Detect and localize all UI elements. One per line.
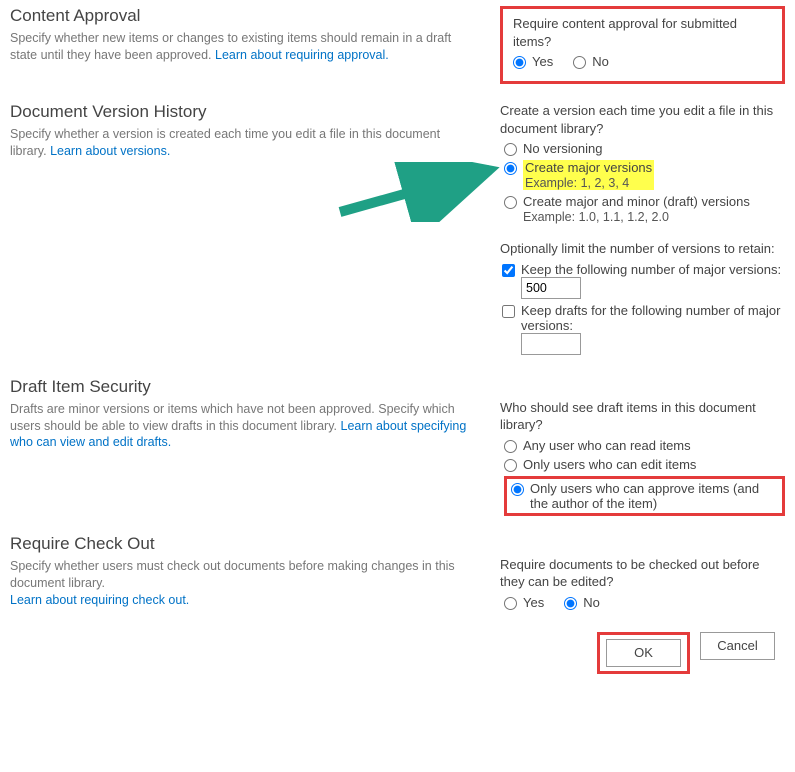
version-major-radio[interactable] (504, 162, 517, 175)
check-out-question: Require documents to be checked out befo… (500, 556, 785, 591)
check-out-yes-radio[interactable] (504, 597, 517, 610)
content-approval-no-radio[interactable] (573, 56, 586, 69)
draft-read-option[interactable]: Any user who can read items (504, 438, 785, 453)
draft-approve-highlight-box: Only users who can approve items (and th… (504, 476, 785, 516)
version-none-radio[interactable] (504, 143, 517, 156)
check-out-no-option[interactable]: No (564, 595, 600, 610)
version-history-title: Document Version History (10, 102, 480, 122)
draft-security-title: Draft Item Security (10, 377, 480, 397)
learn-versions-link[interactable]: Learn about versions. (50, 144, 170, 158)
content-approval-title: Content Approval (10, 6, 480, 26)
keep-major-row: Keep the following number of major versi… (502, 262, 785, 299)
ok-highlight-box: OK (597, 632, 690, 674)
version-minor-radio[interactable] (504, 196, 517, 209)
section-draft-security: Draft Item Security Drafts are minor ver… (10, 377, 785, 516)
content-approval-desc: Specify whether new items or changes to … (10, 30, 480, 64)
draft-edit-option[interactable]: Only users who can edit items (504, 457, 785, 472)
keep-major-checkbox[interactable] (502, 264, 515, 277)
learn-approval-link[interactable]: Learn about requiring approval. (215, 48, 389, 62)
content-approval-question: Require content approval for submitted i… (513, 15, 772, 50)
check-out-no-radio[interactable] (564, 597, 577, 610)
section-content-approval: Content Approval Specify whether new ite… (10, 6, 785, 84)
check-out-yes-option[interactable]: Yes (504, 595, 544, 610)
draft-read-radio[interactable] (504, 440, 517, 453)
draft-security-question: Who should see draft items in this docum… (500, 399, 785, 434)
draft-approve-radio[interactable] (511, 483, 524, 496)
draft-approve-option[interactable]: Only users who can approve items (and th… (511, 481, 778, 511)
content-approval-no-option[interactable]: No (573, 54, 609, 69)
footer-buttons: OK Cancel (10, 632, 785, 674)
keep-drafts-row: Keep drafts for the following number of … (502, 303, 785, 355)
check-out-desc: Specify whether users must check out doc… (10, 558, 480, 609)
content-approval-yes-option[interactable]: Yes (513, 54, 553, 69)
version-major-option[interactable]: Create major versions Example: 1, 2, 3, … (504, 160, 785, 190)
cancel-button[interactable]: Cancel (700, 632, 775, 660)
version-none-option[interactable]: No versioning (504, 141, 785, 156)
content-approval-highlight-box: Require content approval for submitted i… (500, 6, 785, 84)
version-history-desc: Specify whether a version is created eac… (10, 126, 480, 160)
check-out-title: Require Check Out (10, 534, 480, 554)
learn-checkout-link[interactable]: Learn about requiring check out. (10, 593, 189, 607)
keep-drafts-input[interactable] (521, 333, 581, 355)
ok-button[interactable]: OK (606, 639, 681, 667)
version-limit-label: Optionally limit the number of versions … (500, 240, 785, 258)
draft-security-desc: Drafts are minor versions or items which… (10, 401, 480, 452)
draft-edit-radio[interactable] (504, 459, 517, 472)
version-major-highlight: Create major versions Example: 1, 2, 3, … (523, 160, 654, 190)
section-version-history: Document Version History Specify whether… (10, 102, 785, 359)
section-check-out: Require Check Out Specify whether users … (10, 534, 785, 612)
content-approval-yes-radio[interactable] (513, 56, 526, 69)
version-minor-option[interactable]: Create major and minor (draft) versions … (504, 194, 785, 224)
keep-major-input[interactable] (521, 277, 581, 299)
keep-major-label: Keep the following number of major versi… (521, 262, 781, 277)
version-question: Create a version each time you edit a fi… (500, 102, 785, 137)
keep-drafts-checkbox[interactable] (502, 305, 515, 318)
keep-drafts-label: Keep drafts for the following number of … (521, 303, 780, 333)
